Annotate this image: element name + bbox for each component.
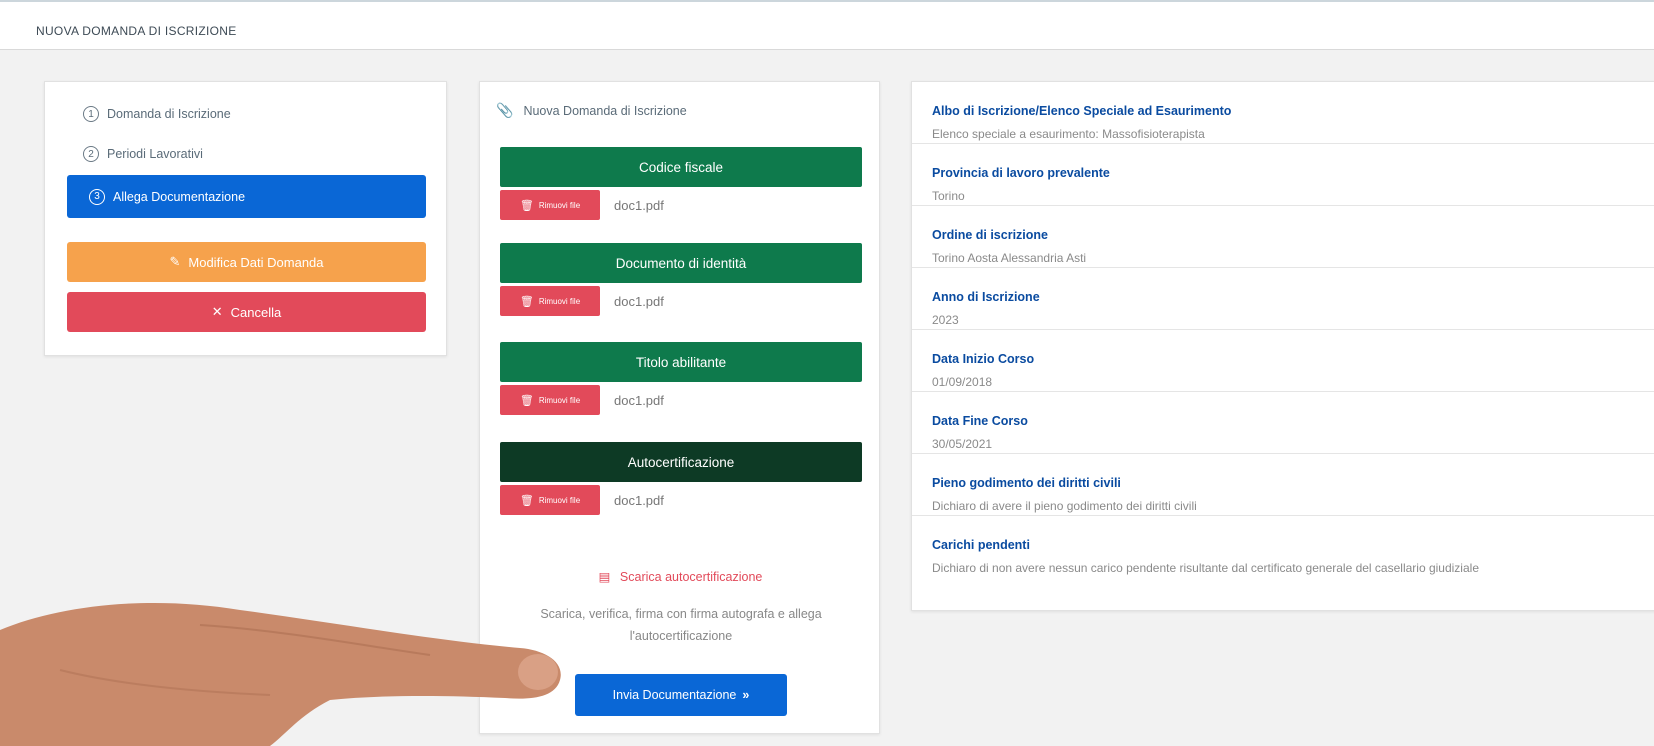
top-header-bar: NUOVA DOMANDA DI ISCRIZIONE bbox=[0, 0, 1654, 50]
remove-file-button[interactable]: 🗑 Rimuovi file bbox=[500, 286, 600, 316]
remove-file-label: Rimuovi file bbox=[538, 200, 581, 210]
edit-application-label: Modifica Dati Domanda bbox=[188, 254, 324, 270]
step-number-3: 3 bbox=[89, 188, 105, 205]
detail-value: Elenco speciale a esaurimento: Massofisi… bbox=[932, 127, 1205, 141]
cancel-label: Cancella bbox=[230, 304, 282, 320]
doc-section-documento-identita: Documento di identità bbox=[500, 243, 862, 283]
cancel-button[interactable]: ✕ Cancella bbox=[67, 292, 426, 332]
trash-icon: 🗑 bbox=[519, 295, 534, 308]
steps-panel: 1 Domanda di Iscrizione 2 Periodi Lavora… bbox=[44, 81, 447, 356]
file-name[interactable]: doc1.pdf bbox=[614, 393, 664, 408]
trash-icon: 🗑 bbox=[519, 494, 534, 507]
close-icon: ✕ bbox=[211, 304, 223, 319]
detail-label: Carichi pendenti bbox=[932, 538, 1030, 552]
paperclip-icon: 📎 bbox=[496, 102, 514, 118]
detail-carichi-pendenti: Carichi pendenti Dichiaro di non avere n… bbox=[912, 516, 1654, 578]
file-name[interactable]: doc1.pdf bbox=[614, 294, 664, 309]
page-title: NUOVA DOMANDA DI ISCRIZIONE bbox=[36, 24, 237, 38]
send-documents-button[interactable]: Invia Documentazione » bbox=[575, 674, 787, 716]
doc-file-row: 🗑 Rimuovi file doc1.pdf bbox=[500, 485, 664, 515]
remove-file-button[interactable]: 🗑 Rimuovi file bbox=[500, 485, 600, 515]
doc-file-row: 🗑 Rimuovi file doc1.pdf bbox=[500, 190, 664, 220]
detail-label: Albo di Iscrizione/Elenco Speciale ad Es… bbox=[932, 104, 1232, 118]
detail-label: Provincia di lavoro prevalente bbox=[932, 166, 1110, 180]
doc-file-row: 🗑 Rimuovi file doc1.pdf bbox=[500, 286, 664, 316]
upload-panel-header: 📎 Nuova Domanda di Iscrizione bbox=[496, 102, 687, 119]
detail-label: Anno di Iscrizione bbox=[932, 290, 1040, 304]
doc-file-row: 🗑 Rimuovi file doc1.pdf bbox=[500, 385, 664, 415]
remove-file-button[interactable]: 🗑 Rimuovi file bbox=[500, 385, 600, 415]
doc-section-autocertificazione: Autocertificazione bbox=[500, 442, 862, 482]
doc-title: Autocertificazione bbox=[627, 454, 735, 470]
trash-icon: 🗑 bbox=[519, 394, 534, 407]
edit-application-button[interactable]: ✎ Modifica Dati Domanda bbox=[67, 242, 426, 282]
detail-value: Dichiaro di avere il pieno godimento dei… bbox=[932, 499, 1197, 513]
file-name[interactable]: doc1.pdf bbox=[614, 493, 664, 508]
step-allega-documentazione[interactable]: 3 Allega Documentazione bbox=[67, 175, 426, 218]
double-chevron-right-icon: » bbox=[742, 688, 750, 702]
download-label: Scarica autocertificazione bbox=[619, 570, 763, 584]
pointing-hand-image bbox=[0, 602, 561, 746]
doc-section-codice-fiscale: Codice fiscale bbox=[500, 147, 862, 187]
step-label: Domanda di Iscrizione bbox=[107, 107, 231, 121]
step-label: Periodi Lavorativi bbox=[107, 147, 203, 161]
step-label: Allega Documentazione bbox=[113, 189, 246, 204]
detail-ordine: Ordine di iscrizione Torino Aosta Alessa… bbox=[912, 206, 1654, 268]
detail-data-fine: Data Fine Corso 30/05/2021 bbox=[912, 392, 1654, 454]
doc-title: Documento di identità bbox=[615, 255, 747, 271]
upload-panel-title: Nuova Domanda di Iscrizione bbox=[523, 103, 687, 118]
detail-value: 2023 bbox=[932, 313, 959, 327]
edit-icon: ✎ bbox=[169, 254, 181, 269]
detail-label: Data Inizio Corso bbox=[932, 352, 1035, 366]
detail-provincia: Provincia di lavoro prevalente Torino bbox=[912, 144, 1654, 206]
detail-value: Dichiaro di non avere nessun carico pend… bbox=[932, 561, 1479, 575]
detail-diritti-civili: Pieno godimento dei diritti civili Dichi… bbox=[912, 454, 1654, 516]
remove-file-label: Rimuovi file bbox=[538, 395, 581, 405]
detail-value: 30/05/2021 bbox=[932, 437, 993, 451]
send-documents-label: Invia Documentazione bbox=[612, 688, 737, 702]
step-number-2: 2 bbox=[83, 146, 99, 162]
doc-section-titolo-abilitante: Titolo abilitante bbox=[500, 342, 862, 382]
detail-albo: Albo di Iscrizione/Elenco Speciale ad Es… bbox=[912, 82, 1654, 144]
detail-value: 01/09/2018 bbox=[932, 375, 993, 389]
remove-file-label: Rimuovi file bbox=[538, 495, 581, 505]
file-name[interactable]: doc1.pdf bbox=[614, 198, 664, 213]
doc-title: Codice fiscale bbox=[638, 159, 724, 175]
pdf-file-icon: ▤ bbox=[598, 570, 611, 584]
detail-label: Ordine di iscrizione bbox=[932, 228, 1048, 242]
detail-anno: Anno di Iscrizione 2023 bbox=[912, 268, 1654, 330]
step-number-1: 1 bbox=[83, 106, 99, 122]
detail-data-inizio: Data Inizio Corso 01/09/2018 bbox=[912, 330, 1654, 392]
application-details-panel: Albo di Iscrizione/Elenco Speciale ad Es… bbox=[911, 81, 1654, 611]
detail-value: Torino Aosta Alessandria Asti bbox=[932, 251, 1087, 265]
remove-file-button[interactable]: 🗑 Rimuovi file bbox=[500, 190, 600, 220]
remove-file-label: Rimuovi file bbox=[538, 296, 581, 306]
detail-value: Torino bbox=[932, 189, 965, 203]
trash-icon: 🗑 bbox=[519, 199, 534, 212]
step-periodi-lavorativi[interactable]: 2 Periodi Lavorativi bbox=[83, 146, 203, 162]
doc-title: Titolo abilitante bbox=[635, 354, 727, 370]
detail-label: Data Fine Corso bbox=[932, 414, 1028, 428]
download-autocertificazione-link[interactable]: ▤ Scarica autocertificazione bbox=[480, 569, 881, 584]
step-domanda-iscrizione[interactable]: 1 Domanda di Iscrizione bbox=[83, 106, 231, 122]
detail-label: Pieno godimento dei diritti civili bbox=[932, 476, 1121, 490]
